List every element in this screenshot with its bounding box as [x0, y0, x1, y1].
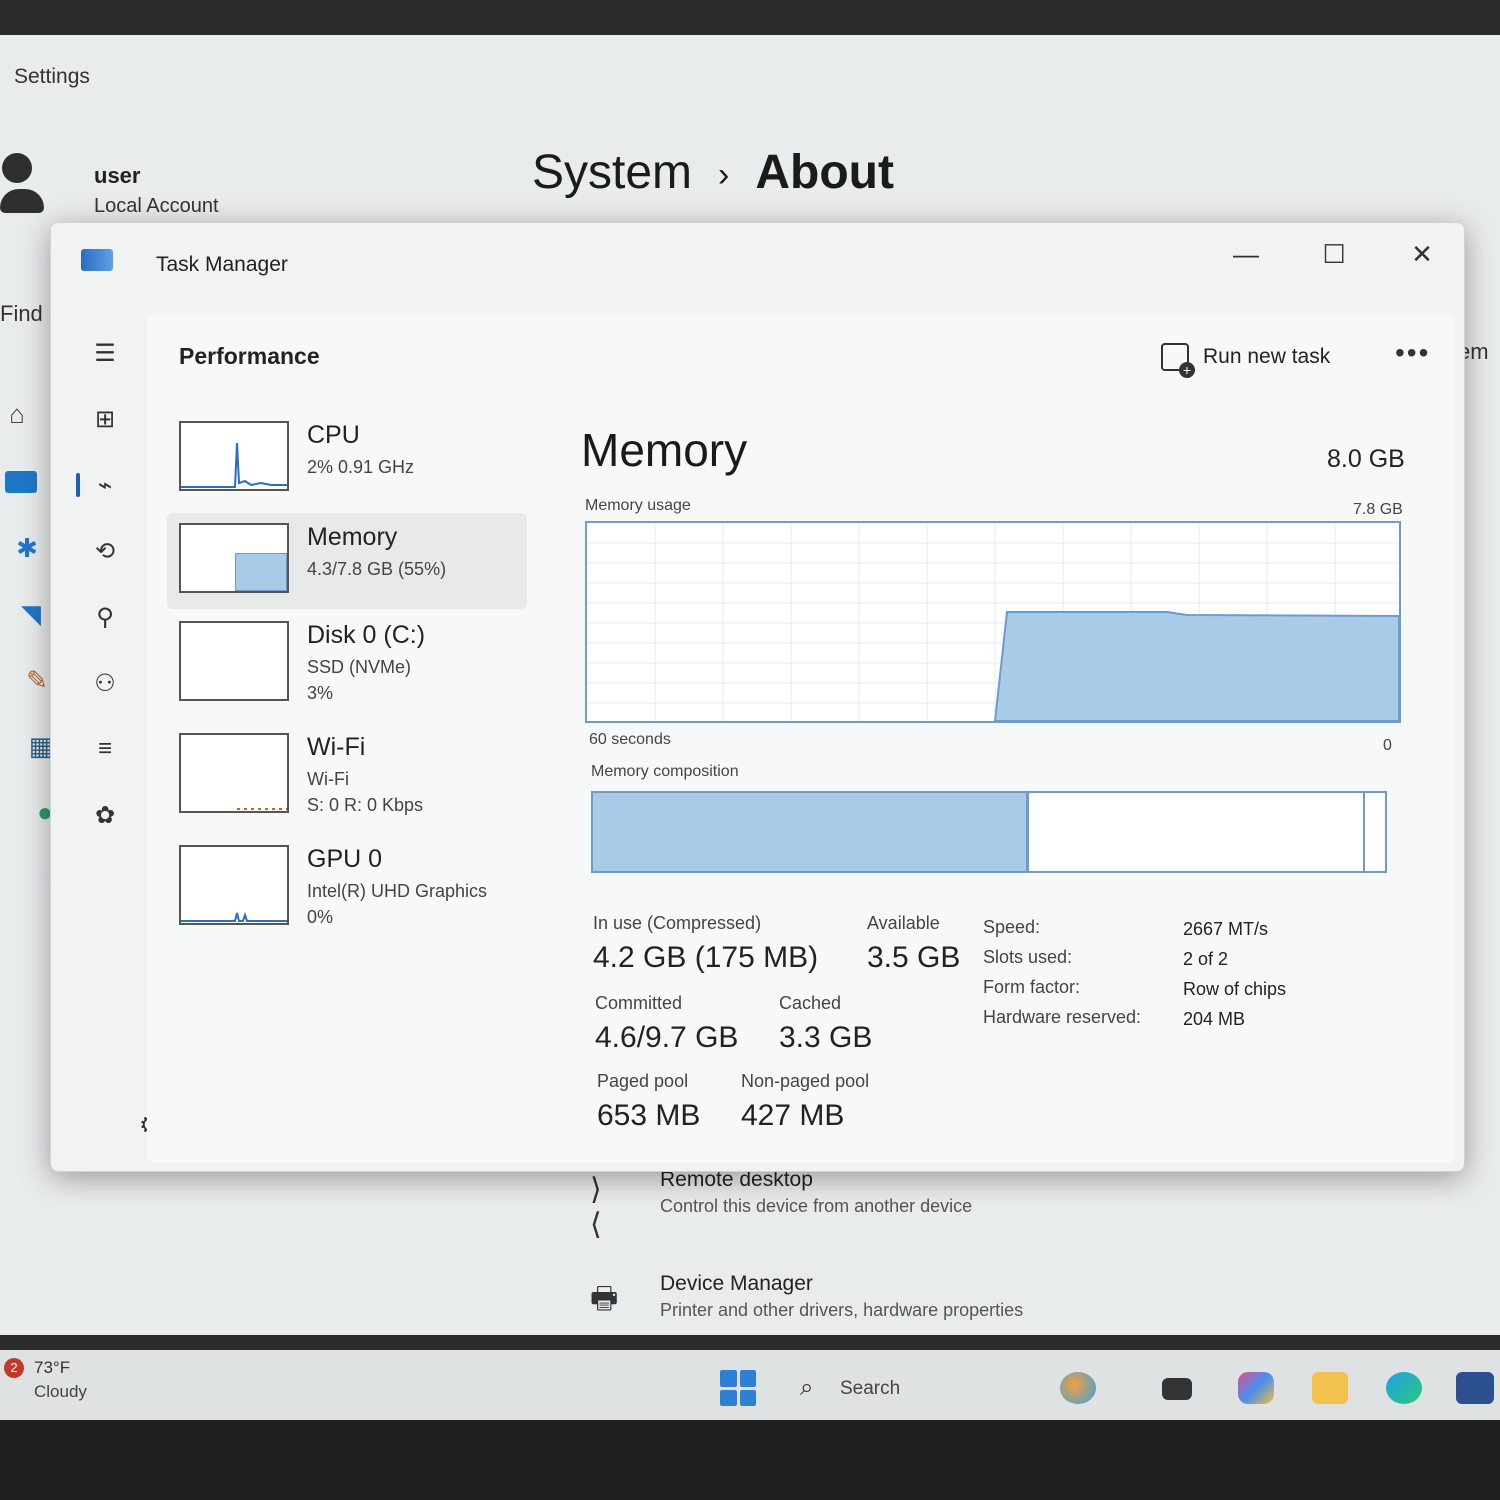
- composition-in-use: [593, 793, 1029, 871]
- disk-thumbnail-graph: [179, 621, 289, 701]
- time-end-label: 0: [1383, 737, 1392, 754]
- spec-form-factor-value: Row of chips: [1183, 979, 1287, 999]
- breadcrumb-current: About: [755, 146, 894, 199]
- keyboard-area: [0, 1420, 1500, 1500]
- file-explorer-icon[interactable]: [1312, 1372, 1348, 1404]
- memory-heading: Memory: [581, 424, 748, 476]
- cached-value: 3.3 GB: [779, 1021, 873, 1054]
- app-history-icon[interactable]: ⟲: [85, 531, 125, 571]
- in-use-value: 4.2 GB (175 MB): [593, 941, 819, 974]
- cached-label: Cached: [779, 993, 842, 1013]
- in-use-label: In use (Compressed): [593, 913, 762, 933]
- startup-apps-icon[interactable]: ⚲: [85, 597, 125, 637]
- device-item-memory[interactable]: Memory 4.3/7.8 GB (55%): [167, 513, 527, 609]
- device-manager-icon: 🖶: [590, 1282, 619, 1315]
- spec-hardware-reserved-value: 204 MB: [1183, 1009, 1246, 1029]
- wifi-icon[interactable]: ◥: [14, 597, 48, 631]
- non-paged-pool-value: 427 MB: [741, 1099, 845, 1132]
- active-indicator: [76, 473, 80, 497]
- memory-usage-area: [993, 611, 1400, 722]
- navigation-rail: ☰ ⊞ ⌁ ⟲ ⚲ ⚇ ≡ ✿: [71, 313, 141, 1153]
- spec-speed-label: Speed:: [983, 917, 1041, 937]
- weather-badge: 2: [4, 1358, 24, 1378]
- committed-value: 4.6/9.7 GB: [595, 1021, 739, 1054]
- memory-total: 8.0 GB: [1327, 445, 1405, 473]
- start-button[interactable]: [720, 1370, 756, 1406]
- task-view-icon[interactable]: [1162, 1378, 1192, 1400]
- memory-usage-graph: [585, 521, 1401, 723]
- store-icon[interactable]: [1456, 1372, 1494, 1404]
- cpu-thumbnail-graph: [179, 421, 289, 491]
- task-manager-title: Task Manager: [156, 253, 288, 276]
- spec-hardware-reserved-label: Hardware reserved:: [983, 1007, 1142, 1027]
- spec-speed-value: 2667 MT/s: [1183, 919, 1269, 939]
- weather-condition[interactable]: Cloudy: [34, 1382, 87, 1402]
- weather-temperature[interactable]: 73°F: [34, 1358, 70, 1378]
- time-span-label: 60 seconds: [589, 731, 671, 748]
- more-options-button[interactable]: •••: [1395, 337, 1430, 369]
- committed-label: Committed: [595, 993, 683, 1013]
- user-name: user: [94, 163, 141, 188]
- memory-usage-max: 7.8 GB: [1353, 501, 1403, 518]
- device-item-gpu[interactable]: GPU 0 Intel(R) UHD Graphics 0%: [167, 835, 527, 931]
- memory-thumbnail-graph: [179, 523, 289, 593]
- device-item-disk[interactable]: Disk 0 (C:) SSD (NVMe) 3%: [167, 611, 527, 707]
- non-paged-pool-label: Non-paged pool: [741, 1071, 870, 1091]
- run-task-icon: [1161, 343, 1195, 378]
- bluetooth-icon[interactable]: ✱: [10, 531, 44, 565]
- home-icon[interactable]: ⌂: [0, 397, 34, 431]
- memory-composition-bar: [591, 791, 1387, 873]
- available-value: 3.5 GB: [867, 941, 961, 974]
- spec-slots-label: Slots used:: [983, 947, 1073, 967]
- avatar[interactable]: [0, 153, 44, 217]
- system-icon[interactable]: [4, 465, 38, 499]
- hamburger-menu-icon[interactable]: ☰: [85, 333, 125, 373]
- remote-desktop-icon: ⟩⟨: [590, 1173, 602, 1241]
- paged-pool-label: Paged pool: [597, 1071, 689, 1091]
- task-manager-window: Task Manager — ☐ ✕ ☰ ⊞ ⌁ ⟲ ⚲ ⚇ ≡ ✿ ⚙ Per…: [50, 222, 1465, 1172]
- account-type: Local Account: [94, 195, 219, 217]
- processes-icon[interactable]: ⊞: [85, 399, 125, 439]
- taskbar-search[interactable]: Search: [840, 1378, 900, 1400]
- maximize-button[interactable]: ☐: [1311, 237, 1357, 271]
- gpu-thumbnail-graph: [179, 845, 289, 925]
- personalization-icon[interactable]: ✎: [20, 663, 54, 697]
- device-item-cpu[interactable]: CPU 2% 0.91 GHz: [167, 411, 527, 507]
- close-button[interactable]: ✕: [1399, 237, 1445, 271]
- search-icon[interactable]: ⌕: [800, 1374, 813, 1402]
- minimize-button[interactable]: —: [1223, 237, 1269, 271]
- details-icon[interactable]: ≡: [85, 729, 125, 769]
- spec-slots-value: 2 of 2: [1183, 949, 1229, 969]
- settings-window-title: Settings: [14, 65, 90, 88]
- wifi-thumbnail-graph: [179, 733, 289, 813]
- performance-icon[interactable]: ⌁: [85, 465, 125, 505]
- spec-form-factor-label: Form factor:: [983, 977, 1081, 997]
- available-label: Available: [867, 913, 940, 933]
- chevron-right-icon: ›: [718, 155, 730, 194]
- composition-standby-divider: [1363, 793, 1365, 871]
- page-title: Performance: [179, 343, 320, 369]
- memory-composition-label: Memory composition: [591, 763, 739, 780]
- memory-usage-label: Memory usage: [585, 497, 691, 514]
- edge-browser-icon[interactable]: [1386, 1372, 1422, 1404]
- breadcrumb: System › About: [532, 145, 894, 200]
- breadcrumb-parent[interactable]: System: [532, 146, 692, 199]
- taskbar: 2 73°F Cloudy ⌕ Search: [0, 1350, 1500, 1420]
- task-manager-app-icon: [81, 249, 113, 271]
- widgets-icon[interactable]: [1060, 1372, 1096, 1404]
- services-icon[interactable]: ✿: [85, 795, 125, 835]
- device-item-wifi[interactable]: Wi-Fi Wi-Fi S: 0 R: 0 Kbps: [167, 723, 527, 819]
- performance-panel: Performance Run new task ••• CPU 2% 0.91…: [147, 313, 1455, 1163]
- copilot-icon[interactable]: [1238, 1372, 1274, 1404]
- paged-pool-value: 653 MB: [597, 1099, 701, 1132]
- users-icon[interactable]: ⚇: [85, 663, 125, 703]
- run-new-task-button[interactable]: Run new task: [1161, 343, 1330, 378]
